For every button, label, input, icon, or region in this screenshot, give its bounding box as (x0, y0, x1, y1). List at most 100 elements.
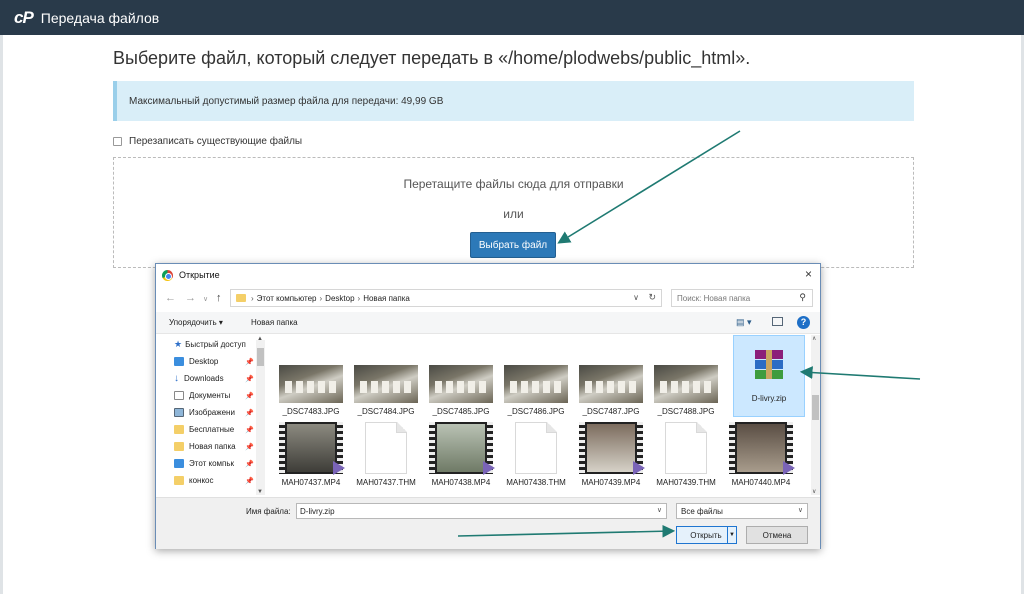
scroll-down-icon[interactable]: ▼ (257, 489, 263, 495)
download-icon: ↓ (174, 373, 179, 384)
max-size-text: Максимальный допустимый размер файла для… (129, 95, 444, 107)
file-item[interactable]: MAH07439.THM (651, 422, 721, 487)
back-arrow-icon[interactable]: ← (165, 292, 176, 304)
cancel-button-label: Отмена (762, 530, 792, 540)
sidebar-item-konkos[interactable]: конкос 📌 (174, 473, 259, 488)
or-text: или (503, 207, 524, 221)
pictures-icon (174, 408, 184, 417)
preview-pane-icon[interactable] (772, 317, 783, 326)
open-file-dialog: Открытие × ← → ∨ ↑ › Этот компьютер › De… (155, 263, 821, 549)
breadcrumb-item[interactable]: Этот компьютер (257, 294, 317, 303)
file-item[interactable]: MAH07438.MP4 (426, 422, 496, 487)
selected-file-item[interactable]: D-livry.zip (733, 335, 805, 417)
chevron-right-icon[interactable]: › (320, 294, 323, 303)
pin-icon[interactable]: 📌 (245, 443, 254, 451)
new-folder-button[interactable]: Новая папка (251, 318, 298, 327)
chevron-right-icon[interactable]: › (358, 294, 361, 303)
file-item[interactable]: _DSC7487.JPG (576, 365, 646, 416)
choose-file-button[interactable]: Выбрать файл (470, 232, 556, 258)
file-name-label: Имя файла: (246, 507, 291, 516)
image-thumbnail (279, 365, 343, 403)
drop-zone[interactable]: Перетащите файлы сюда для отправки или В… (113, 157, 914, 268)
computer-icon (174, 459, 184, 468)
sidebar-item-documents[interactable]: Документы 📌 (174, 388, 259, 403)
pin-icon[interactable]: 📌 (245, 358, 254, 366)
sidebar-item-free[interactable]: Бесплатные 📌 (174, 422, 259, 437)
file-name: MAH07437.THM (356, 478, 416, 487)
file-item[interactable]: MAH07437.MP4 (276, 422, 346, 487)
overwrite-label[interactable]: Перезаписать существующие файлы (129, 136, 302, 147)
sidebar-scrollbar[interactable]: ▲ ▼ (256, 336, 265, 495)
cancel-button[interactable]: Отмена (746, 526, 808, 544)
image-thumbnail (354, 365, 418, 403)
file-name: _DSC7487.JPG (582, 407, 640, 416)
sidebar-item-pictures[interactable]: Изображени 📌 (174, 405, 259, 420)
pin-icon[interactable]: 📌 (245, 409, 254, 417)
scrollbar-thumb[interactable] (812, 395, 819, 420)
open-button-label: Открыть (690, 530, 722, 540)
overwrite-option[interactable]: Перезаписать существующие файлы (113, 136, 302, 147)
file-item[interactable]: MAH07439.MP4 (576, 422, 646, 487)
file-name-value: D-livry.zip (300, 506, 335, 516)
address-bar[interactable]: › Этот компьютер › Desktop › Новая папка… (230, 289, 662, 307)
chevron-down-icon[interactable]: ∨ (633, 293, 639, 302)
pin-icon[interactable]: 📌 (245, 460, 254, 468)
refresh-icon[interactable]: ↻ (648, 292, 656, 303)
file-type-select[interactable]: Все файлы ∨ (676, 503, 808, 519)
cpanel-logo[interactable]: cP (14, 8, 34, 28)
sidebar-item-downloads[interactable]: ↓ Downloads 📌 (174, 371, 259, 386)
file-item[interactable]: MAH07437.THM (351, 422, 421, 487)
file-name: MAH07439.THM (656, 478, 716, 487)
up-arrow-icon[interactable]: ↑ (216, 292, 222, 304)
video-thumbnail (579, 422, 645, 475)
organize-menu[interactable]: Упорядочить ▾ (169, 318, 223, 327)
open-options-button[interactable]: ▼ (727, 526, 737, 544)
file-item[interactable]: MAH07438.THM (501, 422, 571, 487)
file-item[interactable]: _DSC7486.JPG (501, 365, 571, 416)
chevron-right-icon[interactable]: › (251, 294, 254, 303)
breadcrumb-item[interactable]: Новая папка (363, 294, 410, 303)
sidebar-item-new-folder[interactable]: Новая папка 📌 (174, 439, 259, 454)
file-list: _DSC7483.JPG _DSC7484.JPG _DSC7485.JPG _… (276, 335, 811, 495)
star-icon: ★ (174, 339, 183, 349)
file-name: _DSC7486.JPG (507, 407, 565, 416)
sidebar-item-desktop[interactable]: Desktop 📌 (174, 354, 259, 369)
sidebar-item-this-pc[interactable]: Этот компьк 📌 (174, 456, 259, 471)
pin-icon[interactable]: 📌 (245, 426, 254, 434)
file-item[interactable]: MAH07440.MP4 (726, 422, 796, 487)
chevron-down-icon[interactable]: ∨ (798, 506, 803, 514)
video-play-icon (483, 461, 495, 475)
breadcrumb-item[interactable]: Desktop (325, 294, 354, 303)
video-play-icon (783, 461, 795, 475)
folder-icon (174, 425, 184, 434)
search-input[interactable]: Поиск: Новая папка ⚲ (671, 289, 813, 307)
close-icon[interactable]: × (805, 267, 812, 281)
pin-icon[interactable]: 📌 (245, 375, 254, 383)
view-options-icon[interactable]: ▤ ▾ (736, 317, 752, 328)
scroll-up-icon[interactable]: ▲ (257, 336, 263, 342)
file-item[interactable]: _DSC7483.JPG (276, 365, 346, 416)
file-item[interactable]: _DSC7488.JPG (651, 365, 721, 416)
navigation-pane: ★ Быстрый доступ Desktop 📌 ↓ Downloads 📌… (156, 335, 266, 495)
scroll-up-icon[interactable]: ∧ (812, 335, 816, 342)
file-item[interactable]: _DSC7484.JPG (351, 365, 421, 416)
scroll-down-icon[interactable]: ∨ (812, 488, 816, 495)
scrollbar-thumb[interactable] (257, 348, 264, 366)
pin-icon[interactable]: 📌 (245, 392, 254, 400)
file-name: D-livry.zip (751, 394, 787, 403)
file-name-input[interactable]: D-livry.zip ∨ (296, 503, 667, 519)
search-icon[interactable]: ⚲ (799, 292, 806, 303)
recent-locations-icon[interactable]: ∨ (203, 295, 208, 303)
overwrite-checkbox[interactable] (113, 137, 122, 146)
sidebar-item-quick-access[interactable]: ★ Быстрый доступ (174, 337, 259, 352)
dialog-footer: Имя файла: D-livry.zip ∨ Все файлы ∨ Отк… (156, 497, 820, 549)
sidebar-item-label: Downloads (184, 374, 224, 383)
pin-icon[interactable]: 📌 (245, 477, 254, 485)
file-name: _DSC7484.JPG (357, 407, 415, 416)
file-item[interactable]: _DSC7485.JPG (426, 365, 496, 416)
chevron-down-icon[interactable]: ∨ (657, 506, 662, 514)
help-icon[interactable]: ? (797, 316, 810, 329)
file-list-scrollbar[interactable]: ∧ ∨ (811, 335, 820, 495)
forward-arrow-icon[interactable]: → (185, 292, 196, 304)
dialog-title-bar[interactable]: Открытие × (156, 264, 820, 286)
